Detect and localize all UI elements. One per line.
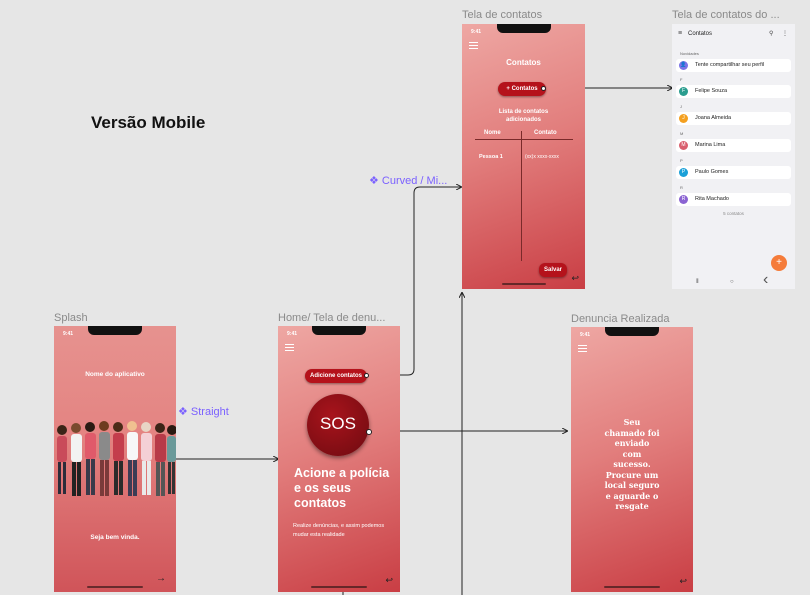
row-contact: (xx)x xxxx-xxxx xyxy=(525,154,559,160)
add-contact-fab[interactable]: + xyxy=(771,255,787,271)
app-name-text: Nome do aplicativo xyxy=(85,371,145,378)
status-time: 9:41 xyxy=(471,29,482,35)
women-illustration xyxy=(57,421,176,496)
status-time: 9:41 xyxy=(287,331,298,337)
notch xyxy=(605,327,659,336)
section-letter: P xyxy=(680,158,683,163)
contact-name: Felipe Souza xyxy=(695,88,728,94)
section-letter: M xyxy=(680,131,684,136)
status-time: 9:41 xyxy=(63,331,74,337)
home-icon[interactable]: ○ xyxy=(730,279,734,285)
share-profile-text: Tente compartilhar seu perfil xyxy=(695,62,765,68)
contact-name: Marina Lima xyxy=(695,142,726,148)
table-column-divider xyxy=(521,131,522,261)
home-indicator xyxy=(604,586,660,588)
avatar: 👤 xyxy=(679,61,688,70)
report-done-screen: 9:41 Seu chamado foi enviado com sucesso… xyxy=(571,327,693,592)
home-screen: 9:41 Adicione contatos SOS Acione a polí… xyxy=(278,326,400,592)
list-title: Lista de contatos adicionados xyxy=(498,109,549,123)
contacts-count: 5 contatos xyxy=(723,211,744,216)
avatar: R xyxy=(679,195,688,204)
back-icon[interactable]: ↩ xyxy=(679,576,687,587)
col-header-name: Nome xyxy=(484,130,501,136)
contact-row[interactable]: P Paulo Gomes xyxy=(676,166,791,179)
android-app-title: Contatos xyxy=(688,31,713,37)
sos-button[interactable]: SOS xyxy=(307,394,369,456)
row-name: Pessoa 1 xyxy=(479,154,503,160)
contact-name: Rita Machado xyxy=(695,196,729,202)
menu-icon[interactable]: ≡ xyxy=(678,30,682,37)
contact-name: Joana Almeida xyxy=(695,115,732,121)
status-time: 9:41 xyxy=(580,332,591,338)
contacts-screen: 9:41 Contatos + Contatos Lista de contat… xyxy=(462,24,585,289)
avatar: F xyxy=(679,87,688,96)
back-icon[interactable]: ↩ xyxy=(571,273,579,284)
back-chevron-icon[interactable]: ‹ xyxy=(763,271,768,289)
contact-name: Paulo Gomes xyxy=(695,169,729,175)
welcome-text: Seja bem vinda. xyxy=(90,534,140,541)
contact-row[interactable]: R Rita Machado xyxy=(676,193,791,206)
share-profile-row[interactable]: 👤 Tente compartilhar seu perfil xyxy=(676,59,791,72)
avatar: J xyxy=(679,114,688,123)
more-icon[interactable]: ⋮ xyxy=(782,30,788,37)
avatar: P xyxy=(679,168,688,177)
home-indicator xyxy=(87,586,143,588)
contact-row[interactable]: M Marina Lima xyxy=(676,139,791,152)
contact-row[interactable]: J Joana Almeida xyxy=(676,112,791,125)
add-contacts-button[interactable]: Adicione contatos xyxy=(305,369,367,383)
search-icon[interactable]: ⚲ xyxy=(769,30,773,37)
contacts-title: Contatos xyxy=(506,58,541,67)
home-headline: Acione a polícia e os seus contatos xyxy=(294,466,390,510)
success-message: Seu chamado foi enviado com sucesso. Pro… xyxy=(604,417,660,511)
menu-icon[interactable] xyxy=(469,42,478,51)
connector-node xyxy=(541,86,546,91)
splash-screen: 9:41 Nome do aplicativo Seja bem vinda. … xyxy=(54,326,176,592)
home-indicator xyxy=(311,586,367,588)
avatar: M xyxy=(679,141,688,150)
recents-icon[interactable]: ⫴ xyxy=(696,279,699,286)
section-letter: J xyxy=(680,104,682,109)
home-body-text: Realize denúncias, e assim podemos mudar… xyxy=(293,523,385,538)
notch xyxy=(88,326,142,335)
android-nav-bar: ⫴ ○ ‹ xyxy=(672,271,795,289)
col-header-contact: Contato xyxy=(534,130,557,136)
back-icon[interactable]: ↩ xyxy=(385,575,393,586)
section-letter: R xyxy=(680,185,683,190)
notch xyxy=(312,326,366,335)
next-arrow-icon[interactable]: → xyxy=(156,573,166,584)
table-header-divider xyxy=(475,139,573,140)
notch xyxy=(496,24,551,33)
connector-node xyxy=(364,373,369,378)
section-label-new: Novidades xyxy=(680,51,699,56)
menu-icon[interactable] xyxy=(285,344,294,353)
android-app-bar: ≡ Contatos ⚲ ⋮ xyxy=(672,24,795,46)
contact-row[interactable]: F Felipe Souza xyxy=(676,85,791,98)
menu-icon[interactable] xyxy=(578,345,587,354)
connector-node xyxy=(366,429,372,435)
home-indicator xyxy=(501,283,546,285)
sos-label: SOS xyxy=(320,414,356,433)
add-contact-button[interactable]: + Contatos xyxy=(498,82,546,96)
save-button[interactable]: Salvar xyxy=(539,263,567,277)
section-letter: F xyxy=(680,77,683,82)
android-contacts-screen: ≡ Contatos ⚲ ⋮ Novidades 👤 Tente compart… xyxy=(672,24,795,289)
